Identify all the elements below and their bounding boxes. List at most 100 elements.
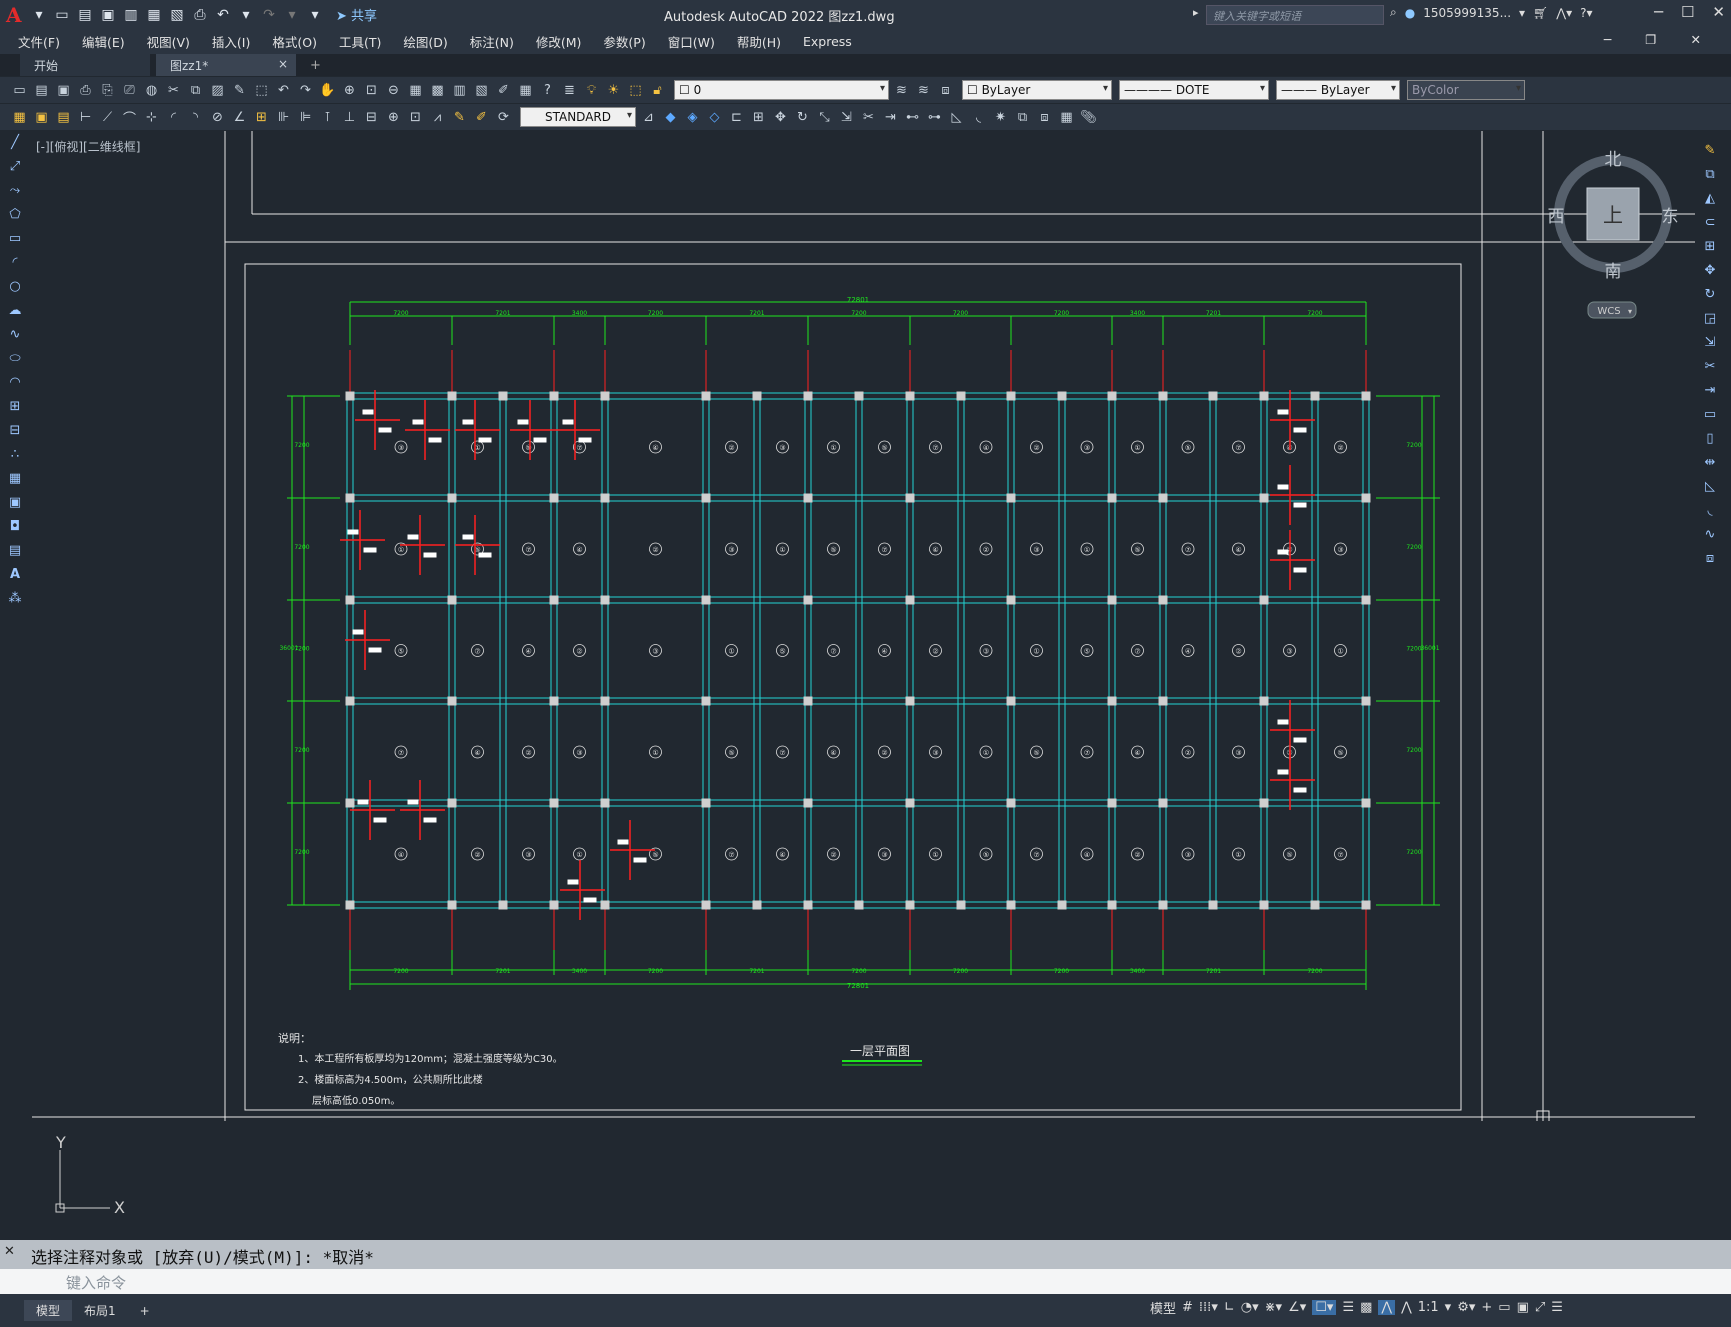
save-icon[interactable]: ▣ <box>54 81 73 100</box>
isodraft-icon[interactable]: ⋇▾ <box>1265 1300 1282 1315</box>
scale-icon[interactable]: ◲ <box>1701 309 1720 328</box>
sheet-set-icon[interactable]: ▧ <box>472 81 491 100</box>
tolerance-icon[interactable]: ⊟ <box>362 108 381 127</box>
workspace-gear-icon[interactable]: ⚙▾ <box>1457 1300 1475 1315</box>
customize-dropdown-icon[interactable]: ▾ <box>305 5 325 25</box>
fillet-icon[interactable]: ◟ <box>969 108 988 127</box>
snap-icon[interactable]: ⁞⁞⁞▾ <box>1199 1300 1218 1315</box>
annotation-visibility-icon[interactable]: ⋀ <box>1378 1300 1396 1315</box>
explode-icon[interactable]: ✷ <box>991 108 1010 127</box>
stretch-icon[interactable]: ⇲ <box>1701 333 1720 352</box>
trim-icon[interactable]: ✂ <box>859 108 878 127</box>
mirror-icon[interactable]: ◭ <box>1701 189 1720 208</box>
markup-icon[interactable]: ✐ <box>494 81 513 100</box>
block-icon[interactable]: ▦ <box>10 108 29 127</box>
blend-icon[interactable]: ∿ <box>1701 525 1720 544</box>
inspect-icon[interactable]: ⊡ <box>406 108 425 127</box>
zoom-previous-icon[interactable]: ⊖ <box>384 81 403 100</box>
join-icon[interactable]: ⊶ <box>925 108 944 127</box>
tab-document[interactable]: 图zz1* × <box>156 54 296 76</box>
baseline-dim-icon[interactable]: ⊪ <box>274 108 293 127</box>
trim-icon[interactable]: ✂ <box>1701 357 1720 376</box>
object-snap-icon[interactable]: ☐▾ <box>1312 1300 1337 1315</box>
ordinate-dim-icon[interactable]: ⊹ <box>142 108 161 127</box>
layer-properties-icon[interactable]: ≣ <box>560 81 579 100</box>
copy-object-icon[interactable]: ◈ <box>683 108 702 127</box>
compass-south[interactable]: 南 <box>1605 262 1622 282</box>
doc-restore-icon[interactable]: ❐ <box>1645 32 1656 47</box>
maximize-icon[interactable]: ☐ <box>1681 3 1694 21</box>
command-close-icon[interactable]: ✕ <box>4 1244 15 1259</box>
dim-update-icon[interactable]: ⟳ <box>494 108 513 127</box>
annotation-scale[interactable]: 1:1 <box>1418 1300 1439 1315</box>
3d-print-icon[interactable]: ◍ <box>142 81 161 100</box>
menu-express[interactable]: Express <box>803 34 852 49</box>
model-space-button[interactable]: 模型 <box>1150 1298 1176 1317</box>
tab-close-icon[interactable]: × <box>278 57 288 71</box>
zoom-realtime-icon[interactable]: ⊕ <box>340 81 359 100</box>
dim-edit-icon[interactable]: ✎ <box>450 108 469 127</box>
help-icon[interactable]: ? <box>538 81 557 100</box>
search-icon[interactable]: ⌕ <box>1390 5 1397 20</box>
center-mark-icon[interactable]: ⊕ <box>384 108 403 127</box>
menu-modify[interactable]: 修改(M) <box>536 32 582 51</box>
array-icon[interactable]: ⊞ <box>749 108 768 127</box>
continue-dim-icon[interactable]: ⊫ <box>296 108 315 127</box>
undo-icon[interactable]: ↶ <box>274 81 293 100</box>
rotate-icon[interactable]: ↻ <box>793 108 812 127</box>
menu-help[interactable]: 帮助(H) <box>737 32 781 51</box>
arc-icon[interactable]: ◜ <box>6 253 25 272</box>
tab-start[interactable]: 开始 <box>20 54 150 76</box>
jogged-linear-icon[interactable]: ⩘ <box>428 108 447 127</box>
cut-icon[interactable]: ✂ <box>164 81 183 100</box>
menu-format[interactable]: 格式(O) <box>272 32 317 51</box>
chamfer-icon[interactable]: ◺ <box>947 108 966 127</box>
close-icon[interactable]: ✕ <box>1712 3 1725 21</box>
move-icon[interactable]: ✥ <box>771 108 790 127</box>
tool-palettes-icon[interactable]: ▥ <box>450 81 469 100</box>
drawing-canvas[interactable]: 72801 72801 7200 7200 7201 7201 3400 3400 7200 72… <box>32 131 1695 1121</box>
break-icon[interactable]: ▯ <box>1701 429 1720 448</box>
paste-icon[interactable]: ▨ <box>208 81 227 100</box>
menu-tools[interactable]: 工具(T) <box>339 32 381 51</box>
polygon-icon[interactable]: ⬠ <box>6 205 25 224</box>
redo-icon[interactable]: ↷ <box>259 5 279 25</box>
menu-parameters[interactable]: 参数(P) <box>603 32 645 51</box>
new-tab-button[interactable]: + <box>310 58 321 76</box>
doc-close-icon[interactable]: ✕ <box>1691 32 1701 47</box>
line-icon[interactable]: ╱ <box>6 133 25 152</box>
extend-icon[interactable]: ⇥ <box>1701 381 1720 400</box>
dim-text-edit-icon[interactable]: ✐ <box>472 108 491 127</box>
cart-icon[interactable]: 🛒︎ <box>1533 6 1548 20</box>
attribute-icon[interactable]: ▤ <box>54 108 73 127</box>
dim-style-icon[interactable]: ⊿ <box>639 108 658 127</box>
dim-break-icon[interactable]: ⊥ <box>340 108 359 127</box>
layer-previous-icon[interactable]: ≋ <box>914 81 933 100</box>
zoom-window-icon[interactable]: ⊡ <box>362 81 381 100</box>
table-icon[interactable]: ▤ <box>6 541 25 560</box>
properties-icon[interactable]: ▦ <box>406 81 425 100</box>
annotation-monitor-icon[interactable]: + <box>1481 1300 1492 1315</box>
menu-insert[interactable]: 插入(I) <box>212 32 250 51</box>
array-icon[interactable]: ⊞ <box>1701 237 1720 256</box>
design-center-icon[interactable]: ▩ <box>428 81 447 100</box>
lineweight-icon[interactable]: ☰ <box>1342 1300 1354 1315</box>
menu-window[interactable]: 窗口(W) <box>668 32 715 51</box>
wcs-menu[interactable]: WCS <box>1597 306 1620 317</box>
ellipse-icon[interactable]: ⬭ <box>6 349 25 368</box>
publish-icon[interactable]: ⎚ <box>120 81 139 100</box>
grid-icon[interactable]: # <box>1182 1300 1193 1315</box>
menu-edit[interactable]: 编辑(E) <box>82 32 125 51</box>
plot-preview-icon[interactable]: ⎘ <box>98 81 117 100</box>
add-layout-button[interactable]: + <box>128 1302 162 1320</box>
scale-dropdown-icon[interactable]: ▾ <box>1445 1300 1452 1315</box>
layer-select[interactable]: ☐ 0 ▾ <box>674 80 889 100</box>
lineweight-select[interactable]: ——— ByLayer ▾ <box>1276 80 1400 100</box>
revision-cloud-icon[interactable]: ☁ <box>6 301 25 320</box>
app-menu-chevron-icon[interactable]: ▾ <box>29 5 49 25</box>
erase-icon[interactable]: ◆ <box>661 108 680 127</box>
menu-draw[interactable]: 绘图(D) <box>403 32 447 51</box>
attach-icon[interactable]: 📎︎ <box>1079 108 1098 127</box>
rotate-icon[interactable]: ↻ <box>1701 285 1720 304</box>
doc-minimize-icon[interactable]: ─ <box>1604 32 1612 47</box>
